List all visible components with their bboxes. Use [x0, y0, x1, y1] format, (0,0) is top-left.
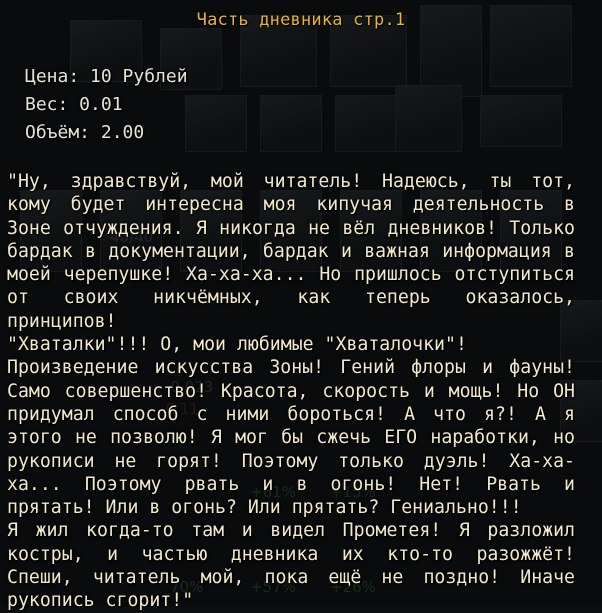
item-description: "Ну, здравствуй, мой читатель! Надеюсь, …: [7, 171, 575, 612]
item-tooltip: Часть дневника стр.1 Цена: 10 Рублей Вес…: [0, 0, 602, 611]
item-volume: Объём: 2.00: [25, 122, 145, 143]
item-title: Часть дневника стр.1: [196, 10, 406, 30]
item-weight: Вес: 0.01: [25, 94, 123, 115]
item-stats: Цена: 10 Рублей Вес: 0.01 Объём: 2.00: [25, 63, 188, 147]
item-price: Цена: 10 Рублей: [25, 66, 188, 87]
